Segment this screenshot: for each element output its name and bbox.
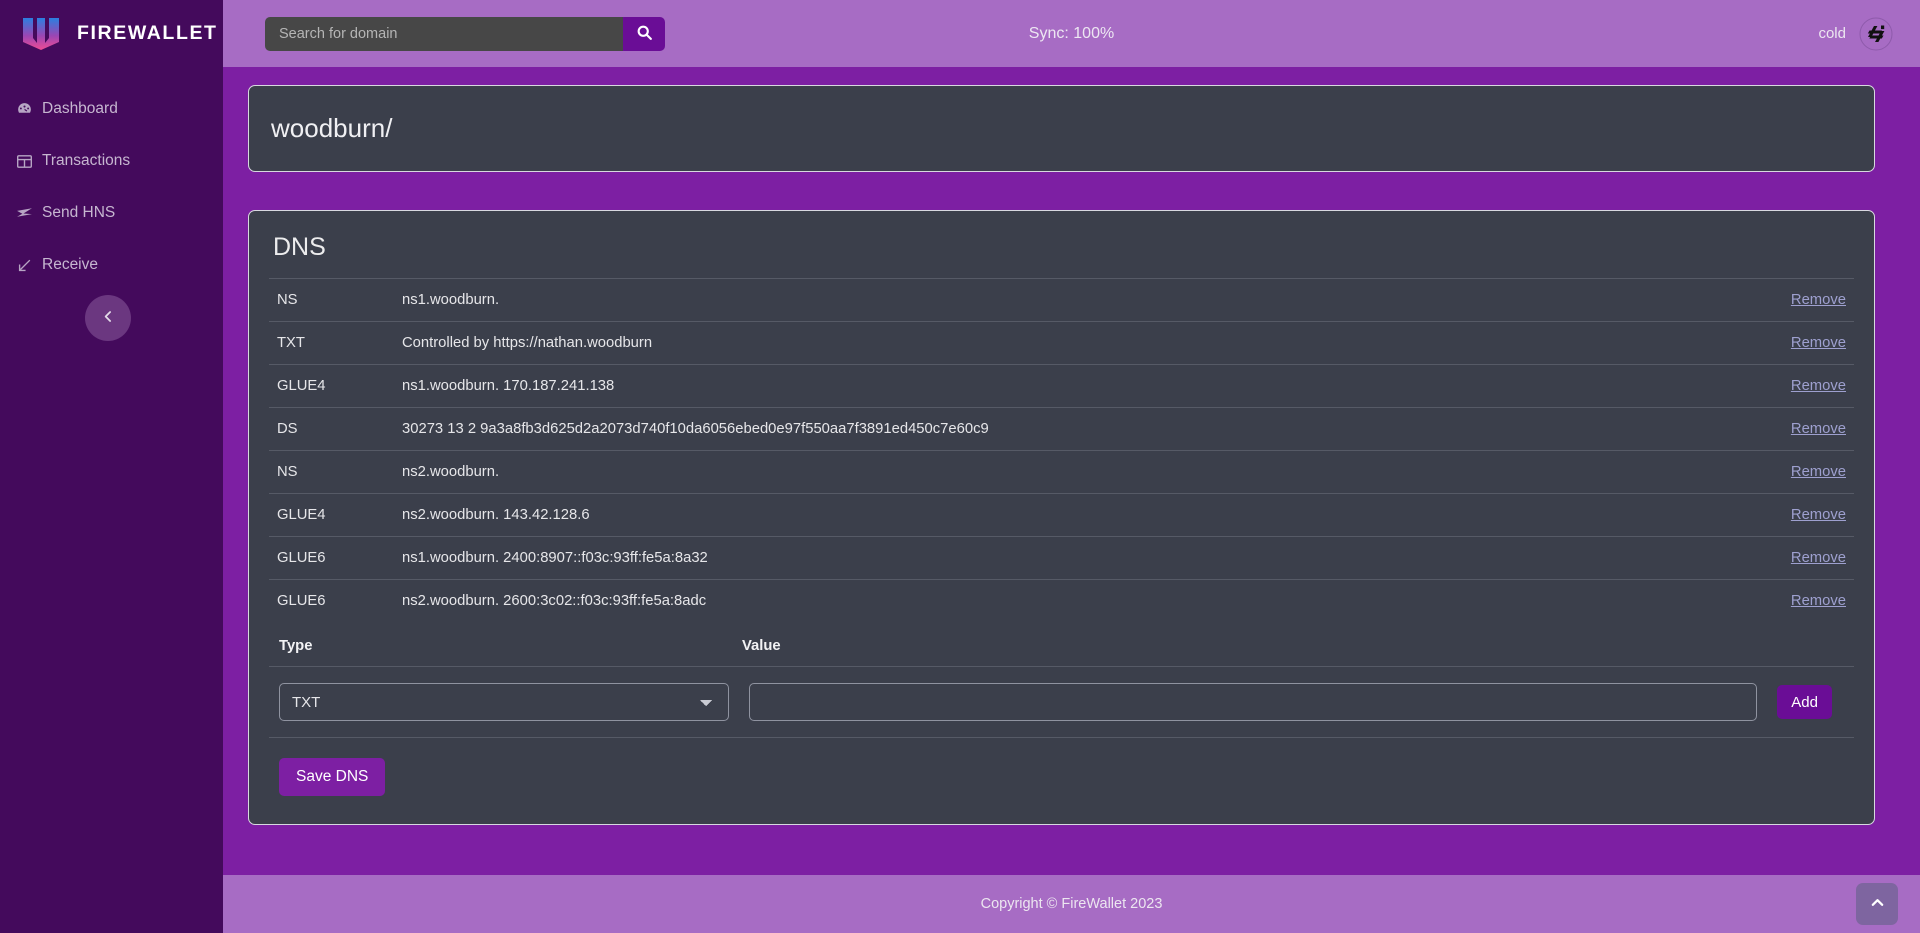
search-bar — [265, 17, 665, 51]
record-type-cell: GLUE6 — [269, 537, 394, 580]
topbar-right: cold — [1818, 17, 1893, 51]
table-row: GLUE6ns2.woodburn. 2600:3c02::f03c:93ff:… — [269, 580, 1854, 623]
record-action-cell: Remove — [1700, 408, 1854, 451]
sidebar-item-label: Dashboard — [42, 100, 118, 118]
record-action-cell: Remove — [1700, 322, 1854, 365]
record-action-cell: Remove — [1700, 365, 1854, 408]
value-column-label: Value — [742, 638, 781, 654]
sidebar-item-label: Transactions — [42, 152, 130, 170]
sidebar-item-label: Receive — [42, 256, 98, 274]
dns-card: DNS NSns1.woodburn.RemoveTXTControlled b… — [248, 210, 1875, 825]
type-column-label: Type — [279, 638, 742, 654]
record-action-cell: Remove — [1700, 580, 1854, 623]
record-action-cell: Remove — [1700, 537, 1854, 580]
sidebar-item-label: Send HNS — [42, 204, 115, 222]
copyright-text: Copyright © FireWallet 2023 — [981, 896, 1163, 912]
content-area: woodburn/ DNS NSns1.woodburn.RemoveTXTCo… — [223, 67, 1920, 875]
remove-record-link[interactable]: Remove — [1791, 464, 1846, 480]
dashboard-icon — [16, 101, 33, 118]
dns-heading: DNS — [273, 233, 1854, 262]
record-type-cell: DS — [269, 408, 394, 451]
add-record-row: TXTNSDSGLUE4GLUE6AAAAACNAMESYNTH4SYNTH6 … — [269, 667, 1854, 738]
sidebar-item-transactions[interactable]: Transactions — [0, 135, 223, 187]
search-icon — [636, 24, 653, 44]
chevron-left-icon — [102, 310, 115, 326]
record-value-cell: ns1.woodburn. 2400:8907::f03c:93ff:fe5a:… — [394, 537, 1700, 580]
page-title: woodburn/ — [271, 113, 1852, 144]
table-row: DS30273 13 2 9a3a8fb3d625d2a2073d740f10d… — [269, 408, 1854, 451]
record-type-cell: NS — [269, 279, 394, 322]
footer: Copyright © FireWallet 2023 — [223, 875, 1920, 933]
remove-record-link[interactable]: Remove — [1791, 292, 1846, 308]
brand[interactable]: FIREWALLET — [0, 0, 223, 67]
remove-record-link[interactable]: Remove — [1791, 550, 1846, 566]
record-action-cell: Remove — [1700, 494, 1854, 537]
record-type-cell: NS — [269, 451, 394, 494]
record-type-cell: GLUE4 — [269, 365, 394, 408]
table-row: GLUE4ns1.woodburn. 170.187.241.138 Remove — [269, 365, 1854, 408]
wallet-mode-label: cold — [1818, 25, 1846, 42]
record-type-select[interactable]: TXTNSDSGLUE4GLUE6AAAAACNAMESYNTH4SYNTH6 — [279, 683, 729, 721]
table-row: NSns1.woodburn. Remove — [269, 279, 1854, 322]
scroll-to-top-button[interactable] — [1856, 883, 1898, 925]
table-row: TXTControlled by https://nathan.woodburn… — [269, 322, 1854, 365]
arrow-down-left-icon — [16, 257, 33, 274]
record-type-cell: GLUE6 — [269, 580, 394, 623]
record-value-cell: ns2.woodburn. 143.42.128.6 — [394, 494, 1700, 537]
save-dns-button[interactable]: Save DNS — [279, 758, 385, 796]
sidebar-item-dashboard[interactable]: Dashboard — [0, 83, 223, 135]
brand-name: FIREWALLET — [77, 22, 218, 45]
paper-plane-icon — [16, 205, 33, 222]
remove-record-link[interactable]: Remove — [1791, 378, 1846, 394]
sync-status: Sync: 100% — [1029, 25, 1114, 43]
remove-record-link[interactable]: Remove — [1791, 507, 1846, 523]
record-value-cell: ns2.woodburn. 2600:3c02::f03c:93ff:fe5a:… — [394, 580, 1700, 623]
record-value-cell: ns2.woodburn. — [394, 451, 1700, 494]
sidebar: FIREWALLET Dashboard Transactions Send H… — [0, 0, 223, 933]
sidebar-item-receive[interactable]: Receive — [0, 239, 223, 291]
remove-record-link[interactable]: Remove — [1791, 593, 1846, 609]
remove-record-link[interactable]: Remove — [1791, 335, 1846, 351]
chevron-up-icon — [1870, 895, 1885, 913]
main-column: Sync: 100% cold woodburn/ — [223, 0, 1920, 933]
record-value-cell: 30273 13 2 9a3a8fb3d625d2a2073d740f10da6… — [394, 408, 1700, 451]
dns-records-table: NSns1.woodburn.RemoveTXTControlled by ht… — [269, 278, 1854, 622]
record-action-cell: Remove — [1700, 451, 1854, 494]
topbar: Sync: 100% cold — [223, 0, 1920, 67]
sidebar-item-send-hns[interactable]: Send HNS — [0, 187, 223, 239]
firewallet-w-logo — [22, 17, 60, 51]
search-input[interactable] — [265, 17, 623, 51]
record-value-input[interactable] — [749, 683, 1757, 721]
search-button[interactable] — [623, 17, 665, 51]
table-row: NSns2.woodburn. Remove — [269, 451, 1854, 494]
handshake-hns-logo[interactable] — [1859, 17, 1893, 51]
record-type-cell: GLUE4 — [269, 494, 394, 537]
table-icon — [16, 153, 33, 170]
add-record-header: Type Value — [269, 622, 1854, 667]
record-value-cell: ns1.woodburn. — [394, 279, 1700, 322]
add-record-button[interactable]: Add — [1777, 685, 1832, 719]
table-row: GLUE4ns2.woodburn. 143.42.128.6 Remove — [269, 494, 1854, 537]
domain-title-card: woodburn/ — [248, 85, 1875, 172]
record-value-cell: Controlled by https://nathan.woodburn — [394, 322, 1700, 365]
record-value-cell: ns1.woodburn. 170.187.241.138 — [394, 365, 1700, 408]
sidebar-collapse-button[interactable] — [85, 295, 131, 341]
remove-record-link[interactable]: Remove — [1791, 421, 1846, 437]
record-type-cell: TXT — [269, 322, 394, 365]
record-action-cell: Remove — [1700, 279, 1854, 322]
sidebar-nav: Dashboard Transactions Send HNS Receive — [0, 67, 223, 291]
table-row: GLUE6ns1.woodburn. 2400:8907::f03c:93ff:… — [269, 537, 1854, 580]
